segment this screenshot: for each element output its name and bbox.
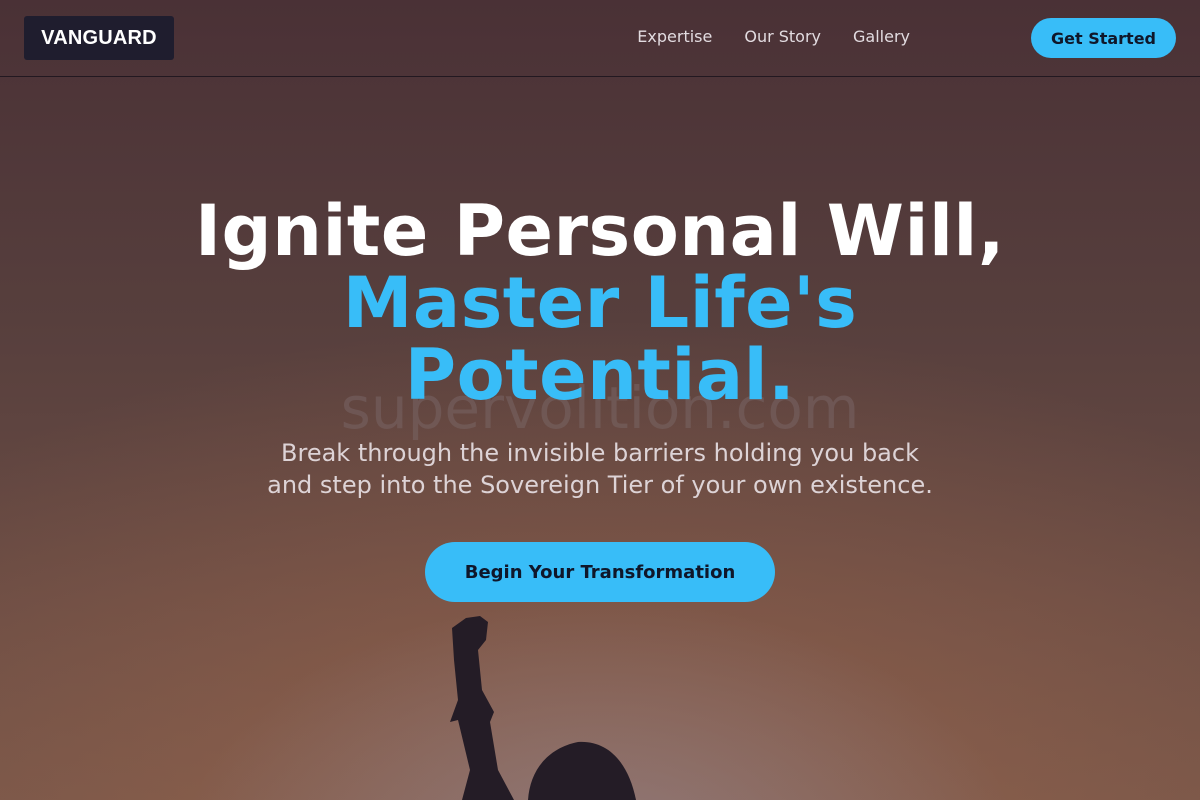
headline-accent-line-1: Master Life's [342,262,858,344]
nav-link-our-story[interactable]: Our Story [744,26,821,48]
top-navbar: VANGUARD Expertise Our Story Gallery Get… [0,0,1200,77]
get-started-button[interactable]: Get Started [1031,18,1176,58]
begin-transformation-button[interactable]: Begin Your Transformation [425,542,775,602]
nav-link-gallery[interactable]: Gallery [853,26,910,48]
headline-line-1: Ignite Personal Will, [194,190,1006,272]
brand-logo[interactable]: VANGUARD [24,16,174,60]
headline-accent-line-2: Potential. [404,334,796,416]
nav-links: Expertise Our Story Gallery [637,26,910,48]
hero-subtitle: Break through the invisible barriers hol… [267,439,933,499]
hero-section: Ignite Personal Will, Master Life's Pote… [0,195,1200,411]
nav-link-expertise[interactable]: Expertise [637,26,712,48]
hero-headline: Ignite Personal Will, Master Life's Pote… [0,195,1200,411]
